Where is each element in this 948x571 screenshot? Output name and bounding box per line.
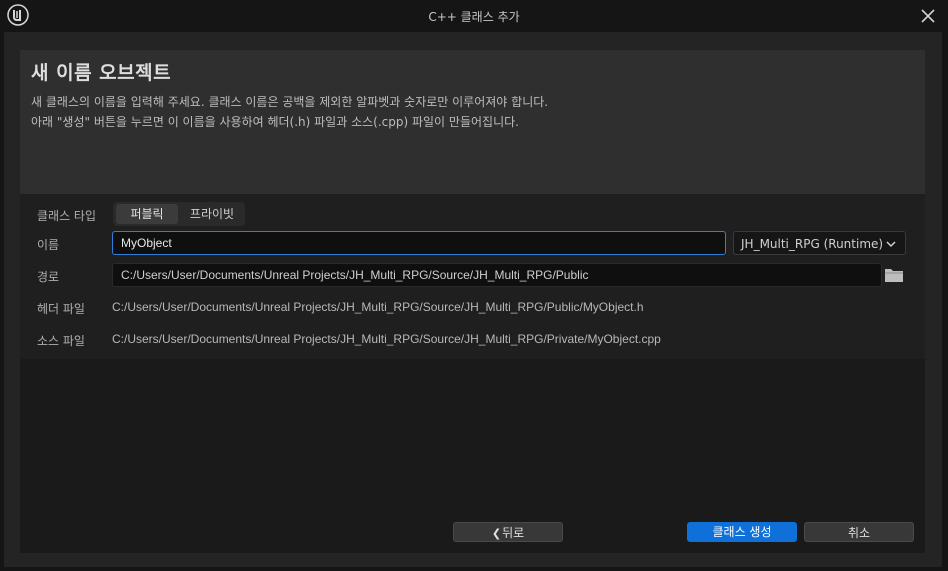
class-type-toggle: 퍼블릭 프라이빗 [113,202,245,226]
class-type-public-option[interactable]: 퍼블릭 [116,204,178,224]
window-title: C++ 클래스 추가 [428,10,520,24]
folder-icon[interactable] [884,266,904,284]
name-label: 이름 [37,238,60,252]
source-file-label: 소스 파일 [37,334,85,348]
description-line-2: 아래 "생성" 버튼을 누르면 이 이름을 사용하여 헤더(.h) 파일과 소스… [31,115,519,129]
source-file-path: C:/Users/User/Documents/Unreal Projects/… [112,332,661,346]
module-dropdown[interactable]: JH_Multi_RPG (Runtime) [733,231,906,255]
path-input[interactable]: C:/Users/User/Documents/Unreal Projects/… [112,263,882,287]
module-dropdown-value: JH_Multi_RPG (Runtime) [741,237,884,251]
back-button-label: 뒤로 [502,526,525,540]
class-name-input[interactable]: MyObject [112,231,726,255]
window-titlebar: C++ 클래스 추가 [0,0,948,32]
back-button[interactable]: ❮뒤로 [453,522,563,542]
chevron-left-icon: ❮ [491,527,502,540]
header-file-path: C:/Users/User/Documents/Unreal Projects/… [112,300,644,314]
path-label: 경로 [37,270,60,284]
close-icon[interactable] [918,6,938,26]
class-type-label: 클래스 타입 [37,209,97,223]
cancel-button[interactable]: 취소 [804,522,914,542]
create-class-button[interactable]: 클래스 생성 [687,522,797,542]
chevron-down-icon [886,241,896,248]
description-line-1: 새 클래스의 이름을 입력해 주세요. 클래스 이름은 공백을 제외한 알파벳과… [31,95,549,109]
class-type-private-option[interactable]: 프라이빗 [181,204,243,224]
page-title: 새 이름 오브젝트 [31,62,172,84]
header-file-label: 헤더 파일 [37,302,85,316]
